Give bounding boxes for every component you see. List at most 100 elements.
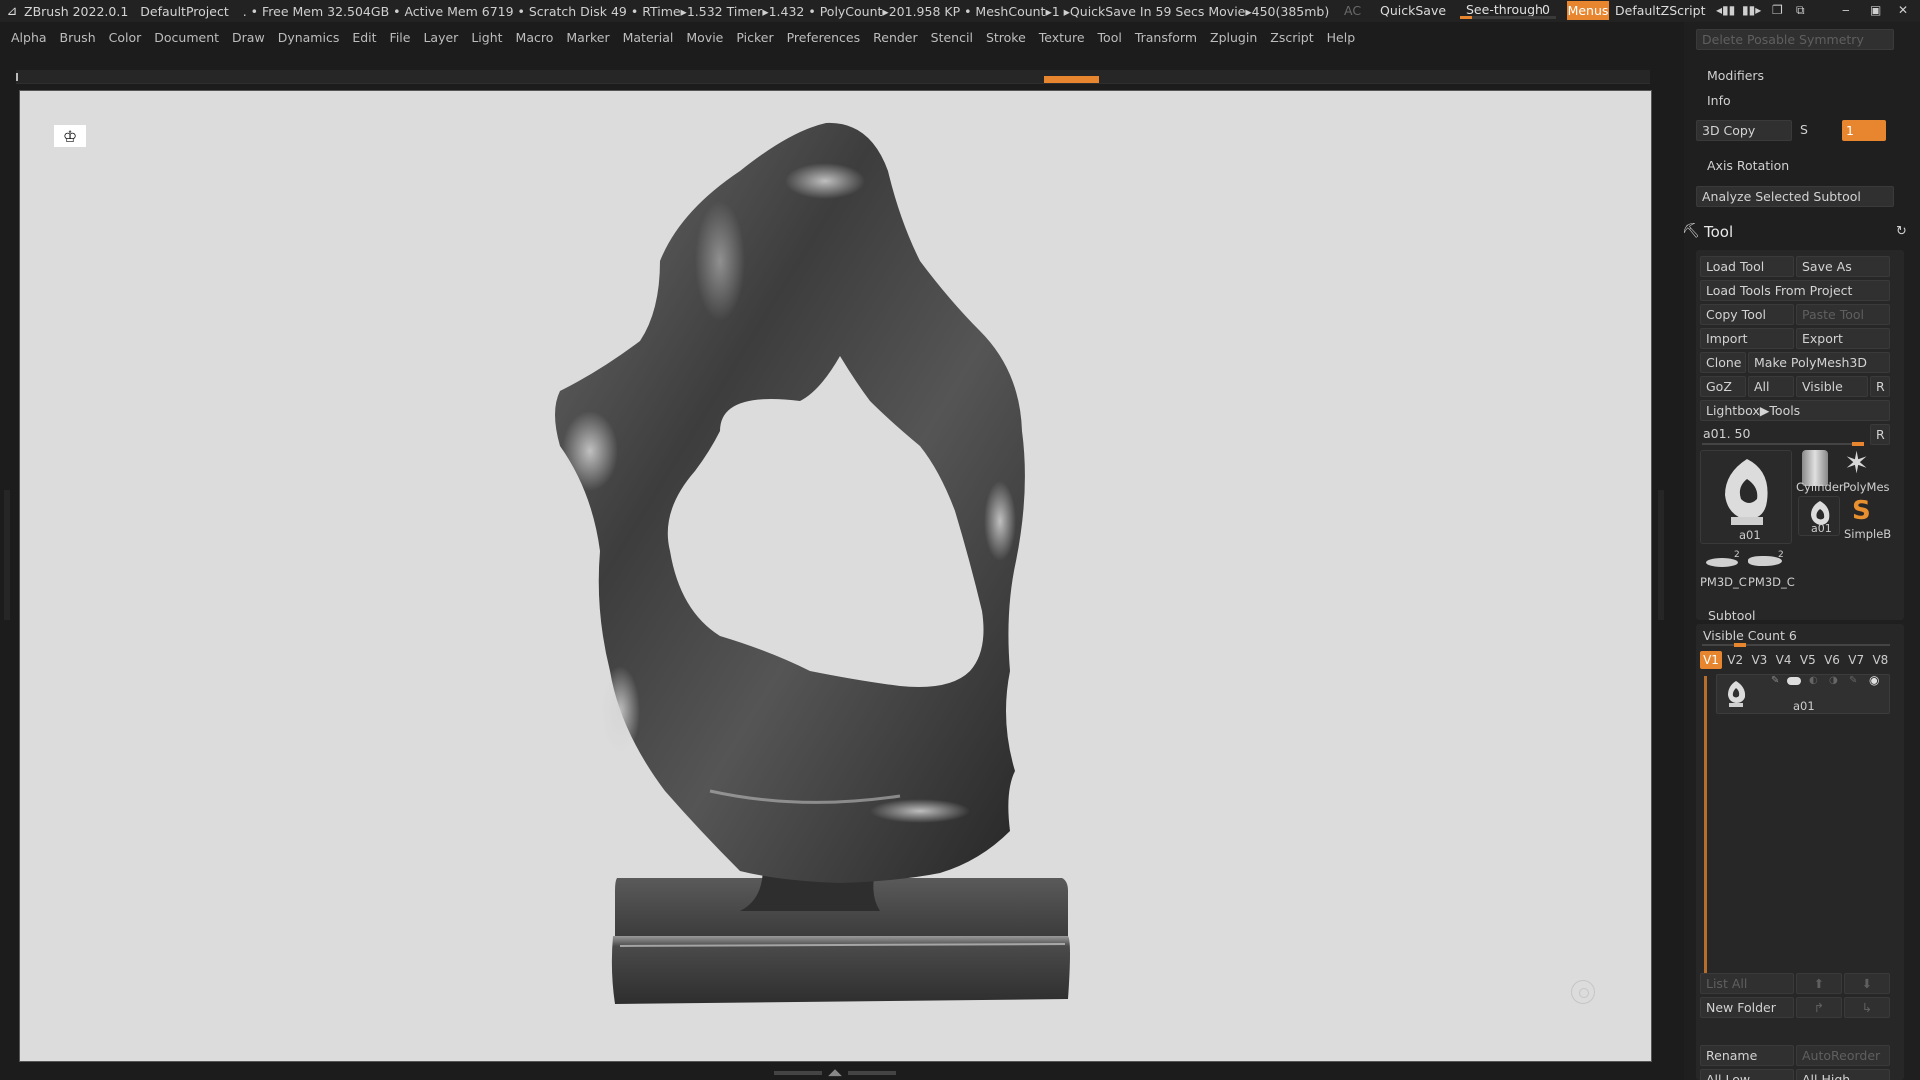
menu-render[interactable]: Render (873, 30, 918, 45)
move-into-folder-icon[interactable]: ↱ (1796, 997, 1842, 1018)
3d-copy-value[interactable]: 1 (1842, 120, 1886, 141)
subtool-polypaint-icon[interactable]: ◑ (1829, 675, 1838, 686)
default-zscript-button[interactable]: DefaultZScript (1615, 3, 1706, 18)
export-button[interactable]: Export (1796, 328, 1890, 349)
menu-help[interactable]: Help (1327, 30, 1356, 45)
move-out-folder-icon[interactable]: ↳ (1844, 997, 1890, 1018)
menu-file[interactable]: File (390, 30, 411, 45)
subtool-lock-icon[interactable]: ◐ (1809, 675, 1818, 686)
menu-stroke[interactable]: Stroke (986, 30, 1026, 45)
list-all-button[interactable]: List All (1700, 973, 1794, 994)
subtool-brush-icon[interactable]: ✎ (1771, 675, 1779, 686)
menu-light[interactable]: Light (471, 30, 502, 45)
goz-visible-button[interactable]: Visible (1796, 376, 1868, 397)
axis-rotation-section[interactable]: Axis Rotation (1707, 158, 1789, 173)
visibility-tab-v7[interactable]: V7 (1845, 651, 1867, 669)
tile-window-icon[interactable]: ❐ (1772, 3, 1783, 17)
ac-toggle[interactable]: AC (1344, 3, 1361, 18)
minimize-icon[interactable]: ‒ (1842, 3, 1850, 17)
subtool-pen-icon[interactable]: ✎ (1849, 675, 1857, 686)
menu-movie[interactable]: Movie (686, 30, 723, 45)
visibility-tab-v3[interactable]: V3 (1748, 651, 1770, 669)
menu-transform[interactable]: Transform (1135, 30, 1197, 45)
current-tool-slider[interactable]: a01. 50 (1703, 426, 1750, 441)
subtool-title[interactable]: Subtool (1708, 608, 1755, 623)
visible-count-slider[interactable]: Visible Count 6 (1703, 628, 1797, 643)
visibility-tab-v2[interactable]: V2 (1724, 651, 1746, 669)
menu-layer[interactable]: Layer (423, 30, 458, 45)
lightbox-tools-button[interactable]: Lightbox▶Tools (1700, 400, 1890, 421)
goz-r-button[interactable]: R (1870, 376, 1890, 397)
menu-zscript[interactable]: Zscript (1270, 30, 1313, 45)
load-tools-from-project-button[interactable]: Load Tools From Project (1700, 280, 1890, 301)
subtool-scrollbar[interactable] (1704, 676, 1707, 982)
goz-button[interactable]: GoZ (1700, 376, 1746, 397)
auto-reorder-button[interactable]: AutoReorder (1796, 1045, 1890, 1066)
current-tool-r-button[interactable]: R (1870, 424, 1890, 445)
left-tray-handle[interactable] (4, 490, 10, 620)
canvas-viewport[interactable]: ♔ (19, 90, 1652, 1062)
all-low-button[interactable]: All Low (1700, 1069, 1794, 1080)
menu-document[interactable]: Document (154, 30, 219, 45)
visibility-tab-v5[interactable]: V5 (1797, 651, 1819, 669)
load-tool-button[interactable]: Load Tool (1700, 256, 1794, 277)
clone-button[interactable]: Clone (1700, 352, 1746, 373)
right-tray-handle[interactable] (1658, 490, 1664, 620)
menu-stencil[interactable]: Stencil (931, 30, 973, 45)
see-through-slider[interactable]: See-through 0 (1460, 1, 1556, 20)
tool-thumb-a01-small[interactable]: a01 (1798, 496, 1840, 536)
timeline-marker[interactable] (1044, 76, 1099, 83)
project-name[interactable]: DefaultProject (140, 4, 228, 19)
menu-edit[interactable]: Edit (352, 30, 376, 45)
subtool-item-a01[interactable]: ✎ ◐ ◑ ✎ ◉ a01 (1716, 673, 1890, 714)
tool-palette-title[interactable]: Tool (1704, 223, 1733, 241)
layout-left-icon[interactable]: ◂▮▮ (1716, 3, 1735, 17)
menu-texture[interactable]: Texture (1039, 30, 1085, 45)
delete-posable-symmetry-button[interactable]: Delete Posable Symmetry (1696, 29, 1894, 50)
layout-right-icon[interactable]: ▮▮▸ (1742, 3, 1761, 17)
move-down-icon[interactable]: ⬇ (1844, 973, 1890, 994)
close-icon[interactable]: ✕ (1898, 3, 1908, 17)
import-button[interactable]: Import (1700, 328, 1794, 349)
menu-picker[interactable]: Picker (736, 30, 773, 45)
timeline-strip[interactable] (16, 70, 1650, 84)
menu-material[interactable]: Material (623, 30, 674, 45)
visibility-tab-v1[interactable]: V1 (1700, 651, 1722, 669)
menu-brush[interactable]: Brush (60, 30, 96, 45)
pm3d-thumb-2[interactable] (1748, 556, 1782, 566)
menu-marker[interactable]: Marker (566, 30, 609, 45)
perspective-icon[interactable] (1571, 980, 1595, 1004)
menu-preferences[interactable]: Preferences (787, 30, 861, 45)
visibility-tab-v4[interactable]: V4 (1773, 651, 1795, 669)
maximize-icon[interactable]: ▣ (1870, 3, 1881, 17)
menu-color[interactable]: Color (109, 30, 142, 45)
goz-all-button[interactable]: All (1748, 376, 1794, 397)
all-high-button[interactable]: All High (1796, 1069, 1890, 1080)
copy-tool-button[interactable]: Copy Tool (1700, 304, 1794, 325)
simplebrush-icon[interactable]: S (1852, 496, 1871, 526)
menu-tool[interactable]: Tool (1098, 30, 1122, 45)
menu-dynamics[interactable]: Dynamics (278, 30, 340, 45)
menu-zplugin[interactable]: Zplugin (1210, 30, 1257, 45)
subtool-eye-icon[interactable]: ◉ (1869, 673, 1879, 687)
make-polymesh3d-button[interactable]: Make PolyMesh3D (1748, 352, 1890, 373)
tool-preview-icon[interactable]: ♔ (54, 125, 86, 147)
menu-alpha[interactable]: Alpha (11, 30, 47, 45)
subtool-solo-icon[interactable] (1787, 677, 1801, 685)
polymesh-star-icon[interactable]: ✶ (1844, 446, 1869, 481)
move-up-icon[interactable]: ⬆ (1796, 973, 1842, 994)
analyze-selected-subtool-button[interactable]: Analyze Selected Subtool (1696, 186, 1894, 207)
paste-tool-button[interactable]: Paste Tool (1796, 304, 1890, 325)
menu-macro[interactable]: Macro (516, 30, 554, 45)
info-section[interactable]: Info (1707, 93, 1731, 108)
visibility-tab-v6[interactable]: V6 (1821, 651, 1843, 669)
bottom-tray-handle[interactable]: ◢◣ (770, 1068, 900, 1078)
3d-copy-button[interactable]: 3D Copy (1696, 120, 1792, 141)
rename-button[interactable]: Rename (1700, 1045, 1794, 1066)
quicksave-button[interactable]: QuickSave (1380, 3, 1446, 18)
modifiers-section[interactable]: Modifiers (1707, 68, 1764, 83)
floating-window-icon[interactable]: ⧉ (1796, 3, 1805, 18)
menu-draw[interactable]: Draw (232, 30, 265, 45)
save-as-button[interactable]: Save As (1796, 256, 1890, 277)
menus-button[interactable]: Menus (1567, 1, 1609, 20)
